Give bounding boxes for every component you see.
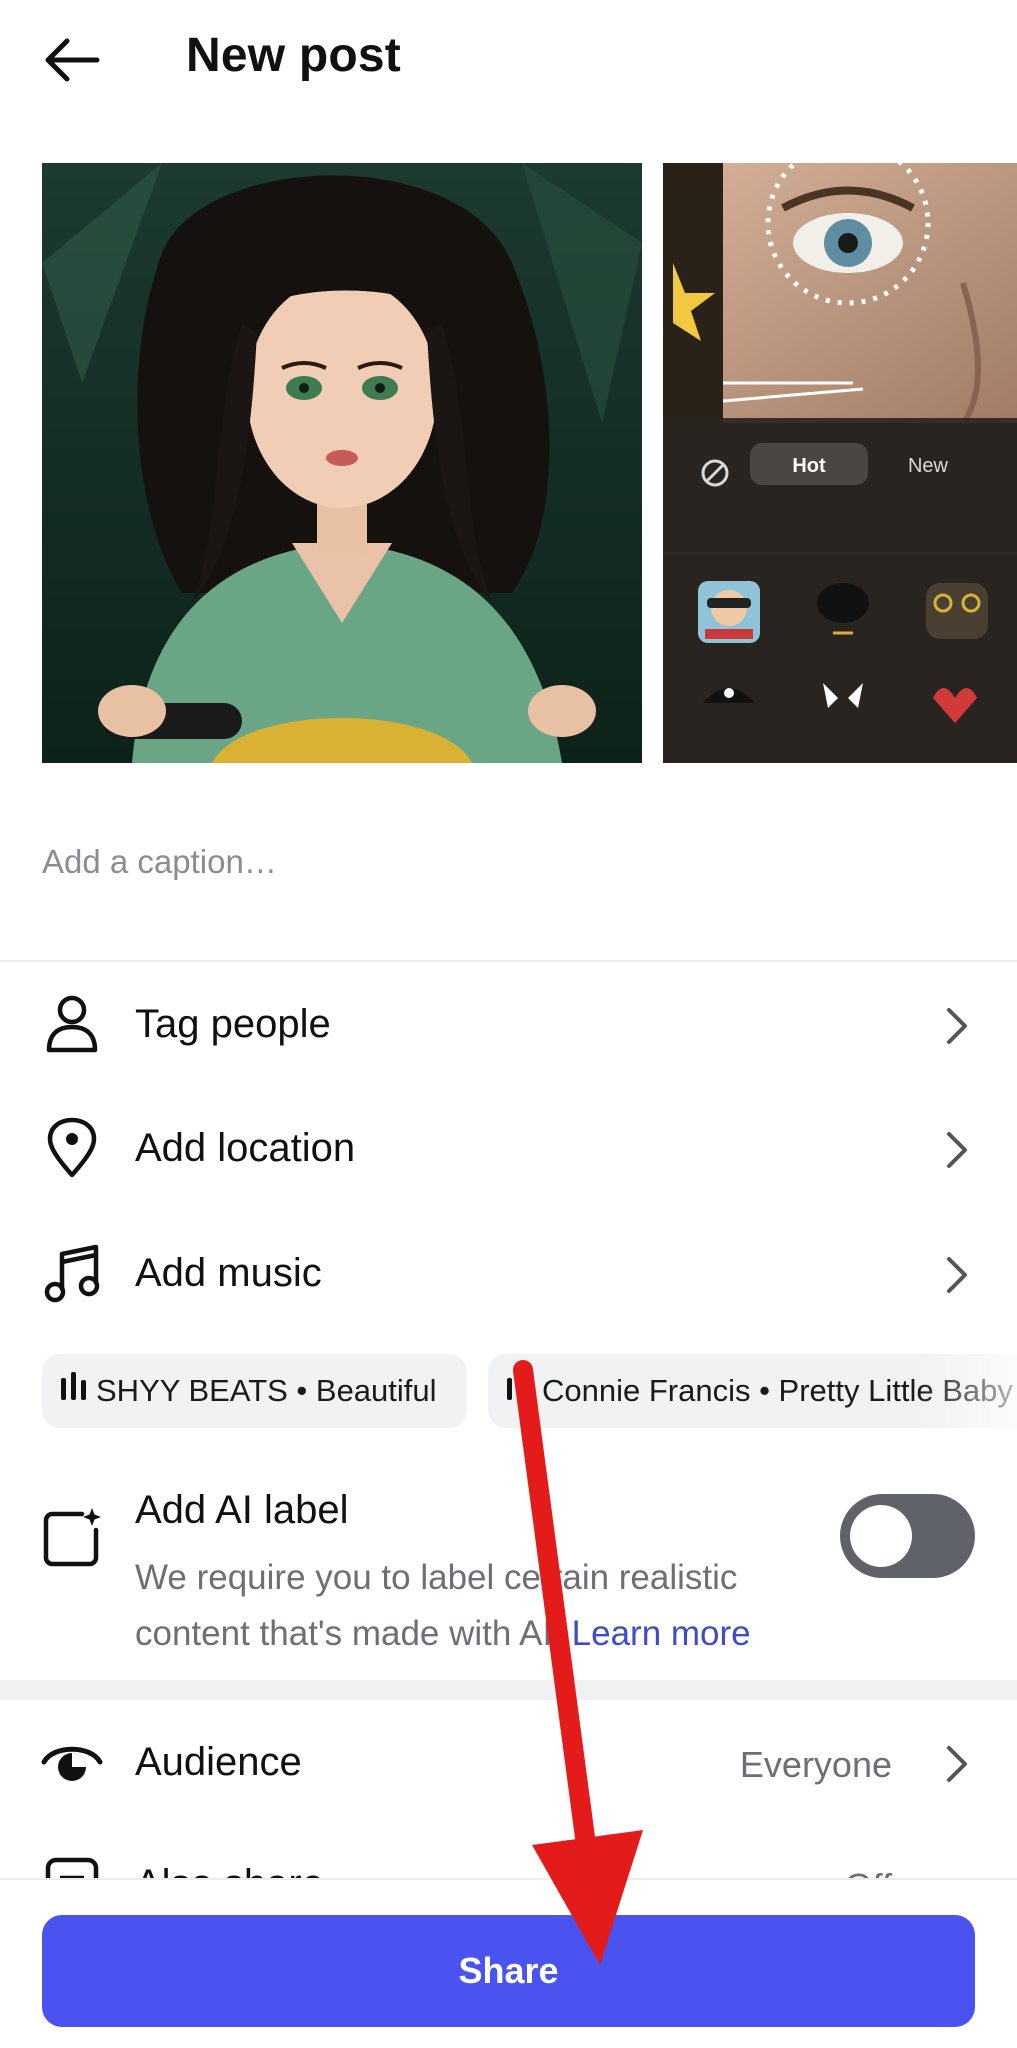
- chevron-right-icon: [942, 1128, 972, 1172]
- add-location-row[interactable]: Add location: [0, 1094, 1017, 1204]
- ai-label-description: We require you to label certain realisti…: [135, 1550, 785, 1662]
- music-chip[interactable]: SHYY BEATS • Beautiful: [42, 1354, 467, 1428]
- bottom-bar: Share: [0, 1878, 1017, 2048]
- learn-more-link[interactable]: Learn more: [572, 1614, 751, 1653]
- music-chip[interactable]: Connie Francis • Pretty Little Baby: [488, 1354, 1017, 1428]
- svg-text:Hot: Hot: [792, 455, 826, 477]
- audience-value: Everyone: [739, 1744, 892, 1785]
- ai-sparkle-icon: [43, 1508, 101, 1567]
- arrow-left-icon: [45, 38, 100, 82]
- add-music-label: Add music: [135, 1251, 322, 1295]
- section-separator: [0, 1680, 1017, 1700]
- music-suggestions: SHYY BEATS • Beautiful Connie Francis • …: [0, 1354, 1017, 1428]
- chevron-right-icon: [942, 1742, 972, 1786]
- anime-portrait-image: [42, 163, 642, 763]
- music-note-icon: [40, 1241, 104, 1305]
- media-thumbnail-1[interactable]: [42, 163, 642, 763]
- header: New post: [0, 0, 1017, 120]
- person-icon: [40, 992, 104, 1056]
- media-thumbnail-2[interactable]: Hot New: [663, 163, 1017, 763]
- sound-bars-icon: [61, 1372, 86, 1400]
- music-chip-label: Connie Francis • Pretty Little Baby: [542, 1373, 1013, 1408]
- audience-row[interactable]: Audience Everyone: [0, 1708, 1017, 1818]
- new-post-screen: New post Hot New Add a caption… Tag peop…: [0, 0, 1017, 2048]
- music-chip-label: SHYY BEATS • Beautiful: [96, 1373, 437, 1408]
- ai-label-section: Add AI label We require you to label cer…: [0, 1470, 1017, 1670]
- divider: [0, 960, 1017, 962]
- tag-people-row[interactable]: Tag people: [0, 970, 1017, 1080]
- add-location-label: Add location: [135, 1126, 356, 1170]
- caption-input[interactable]: [42, 830, 972, 894]
- page-title: New post: [186, 29, 401, 82]
- chevron-right-icon: [942, 1004, 972, 1048]
- media-carousel[interactable]: Hot New: [0, 163, 1017, 763]
- chevron-right-icon: [942, 1253, 972, 1297]
- svg-text:New: New: [908, 455, 949, 477]
- ai-label-toggle[interactable]: [840, 1494, 975, 1578]
- audience-label: Audience: [135, 1740, 302, 1784]
- ai-label-title: Add AI label: [135, 1488, 349, 1532]
- tag-people-label: Tag people: [135, 1002, 331, 1046]
- location-pin-icon: [40, 1116, 104, 1180]
- eye-icon: [40, 1730, 104, 1794]
- toggle-knob: [850, 1505, 912, 1567]
- share-button[interactable]: Share: [42, 1915, 975, 2027]
- sound-bars-icon: [507, 1372, 522, 1400]
- back-button[interactable]: [36, 24, 108, 96]
- filter-preview-image: Hot New: [663, 163, 1017, 763]
- add-music-row[interactable]: Add music: [0, 1219, 1017, 1329]
